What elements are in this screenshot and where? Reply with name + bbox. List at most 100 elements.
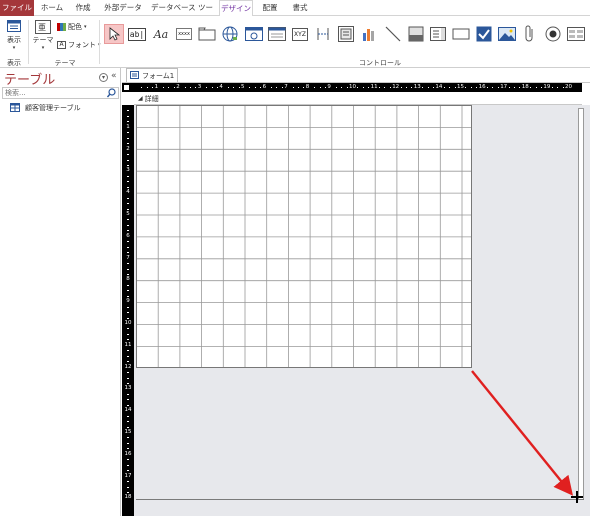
hruler-tick xyxy=(508,87,510,88)
vruler-tick xyxy=(127,459,129,461)
attachment-icon[interactable] xyxy=(520,24,540,44)
hruler-number: 4 xyxy=(219,84,223,90)
nav-search-input[interactable] xyxy=(3,88,103,98)
vruler-number: 5 xyxy=(126,211,130,217)
theme-icon: 亜 xyxy=(35,20,51,34)
hruler-number: 17 xyxy=(500,84,508,90)
tab-control-icon[interactable] xyxy=(197,24,217,44)
hruler-tick xyxy=(271,87,272,88)
tab-design[interactable]: デザイン xyxy=(219,0,253,17)
vruler-number: 3 xyxy=(126,167,130,174)
subform-icon[interactable] xyxy=(336,24,356,44)
toggle-button-icon[interactable] xyxy=(406,24,426,44)
hruler-tick xyxy=(168,87,170,88)
nav-pane-menu-icon[interactable]: ▾ xyxy=(99,73,108,82)
label-icon[interactable]: Aa xyxy=(151,24,171,44)
option-button-icon[interactable] xyxy=(543,24,563,44)
vruler-tick xyxy=(127,252,129,254)
vruler-tick xyxy=(127,159,129,161)
fonts-button-label: フォント xyxy=(68,41,96,49)
subform-report-icon[interactable] xyxy=(566,24,586,44)
web-browser-control-icon[interactable] xyxy=(244,24,264,44)
chart-icon[interactable] xyxy=(359,24,379,44)
chevron-down-icon: ▾ xyxy=(84,24,87,30)
vruler-tick xyxy=(127,491,129,493)
group-label-view: 表示 xyxy=(7,59,21,67)
tab-external-data[interactable]: 外部データ xyxy=(102,0,144,16)
nav-pane-collapse-icon[interactable]: « xyxy=(111,71,117,81)
vruler-number: 4 xyxy=(126,189,130,196)
vruler-tick xyxy=(127,241,129,243)
tab-home[interactable]: ホーム xyxy=(38,0,66,16)
list-box-icon[interactable] xyxy=(428,24,448,44)
vruler-number: 14 xyxy=(124,407,132,414)
hruler-number: 7 xyxy=(284,84,288,90)
hruler-tick xyxy=(206,87,208,88)
form-detail-grid[interactable] xyxy=(136,105,472,369)
group-label-theme: テーマ xyxy=(54,59,76,67)
vertical-scrollbar[interactable] xyxy=(578,108,584,500)
tab-create[interactable]: 作成 xyxy=(70,0,96,16)
tab-arrange[interactable]: 配置 xyxy=(258,0,282,16)
chevron-down-icon: ▾ xyxy=(41,45,45,51)
hruler-tick xyxy=(195,87,197,88)
check-box-icon[interactable] xyxy=(474,24,494,44)
page-break-icon[interactable] xyxy=(313,24,333,44)
view-button[interactable]: 表示 ▾ xyxy=(4,20,24,54)
vruler-tick xyxy=(127,470,129,472)
nav-pane-title: テーブル xyxy=(4,73,56,88)
image-icon[interactable] xyxy=(497,24,517,44)
colors-button[interactable]: 配色 ▾ xyxy=(57,22,87,32)
section-label: 詳細 xyxy=(144,94,159,103)
hyperlink-icon[interactable] xyxy=(220,24,240,44)
hruler-number: 18 xyxy=(521,84,529,90)
document-tab-form1[interactable]: フォーム1 xyxy=(126,68,178,82)
hruler-tick xyxy=(492,87,494,88)
tab-database-tools[interactable]: データベース ツール xyxy=(150,0,214,27)
vruler-tick xyxy=(127,464,129,466)
tab-format[interactable]: 書式 xyxy=(288,0,312,16)
search-icon[interactable] xyxy=(106,88,116,100)
hruler-tick xyxy=(184,87,186,88)
hruler-tick xyxy=(487,87,488,88)
vruler-tick xyxy=(127,404,129,406)
section-arrow-icon: ◢ xyxy=(138,95,143,102)
tab-file[interactable]: ファイル xyxy=(0,0,34,16)
vruler-number: 18 xyxy=(124,494,132,501)
hruler-tick xyxy=(368,87,370,88)
hruler-tick xyxy=(557,87,559,88)
option-group-icon[interactable]: XYZ xyxy=(290,24,310,44)
vruler-number: 16 xyxy=(124,450,132,457)
hruler-number: 8 xyxy=(305,84,310,90)
line-icon[interactable] xyxy=(383,24,403,44)
hruler-tick xyxy=(341,87,343,88)
color-palette-icon xyxy=(57,23,66,31)
rectangle-icon[interactable] xyxy=(451,24,471,44)
vruler-tick xyxy=(127,154,129,156)
text-box-icon[interactable]: ab| xyxy=(127,24,147,44)
hruler-tick xyxy=(276,87,278,88)
theme-button[interactable]: 亜 テーマ ▾ xyxy=(32,20,54,54)
ruler-corner[interactable] xyxy=(122,83,134,92)
section-header-detail[interactable]: ◢ 詳細 xyxy=(134,93,582,105)
vruler-tick xyxy=(127,377,129,379)
hruler-tick xyxy=(449,87,451,88)
navigation-control-icon[interactable] xyxy=(267,24,287,44)
hruler-number: 20 xyxy=(565,84,572,90)
nav-item-table[interactable]: 顧客管理テーブル xyxy=(10,102,81,114)
password-field-icon[interactable]: xxxx xyxy=(174,24,194,44)
hruler-tick xyxy=(514,87,515,88)
vruler-tick xyxy=(127,295,129,297)
vruler-tick xyxy=(127,355,129,357)
vruler-tick xyxy=(127,393,129,395)
hruler-tick xyxy=(427,87,429,88)
fonts-button[interactable]: A フォント ▾ xyxy=(57,40,101,50)
hruler-tick xyxy=(238,87,240,88)
vertical-ruler[interactable]: 1 2 3 4 5 6 7 8 9 10 11 12 13 14 15 16 17 18 xyxy=(122,105,134,516)
vruler-tick xyxy=(127,164,129,166)
hruler-tick xyxy=(384,87,386,88)
navigation-pane: テーブル ▾ « 顧客管理テーブル xyxy=(0,68,121,516)
hruler-tick xyxy=(497,87,499,88)
select-pointer-icon[interactable] xyxy=(104,24,124,44)
horizontal-ruler[interactable]: 1 2 3 4 5 6 7 8 9 10 11 12 13 14 15 16 17 18 19 20 xyxy=(122,83,582,92)
